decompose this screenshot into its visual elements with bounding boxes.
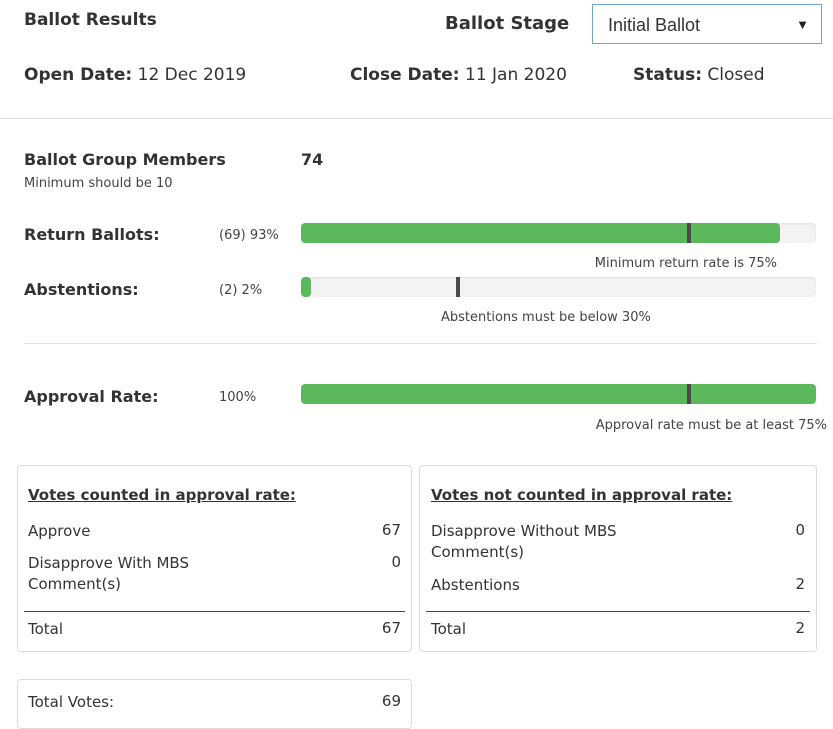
page-title: Ballot Results — [24, 10, 157, 30]
members-minimum-hint: Minimum should be 10 — [24, 176, 173, 191]
ballot-stage-select[interactable]: Initial Ballot ▼ — [592, 4, 822, 44]
ballot-group-members-count: 74 — [301, 150, 324, 169]
counted-total-label: Total — [28, 620, 64, 638]
votes-counted-panel: Votes counted in approval rate: Approve … — [17, 465, 412, 652]
approval-rate-progress-bar — [301, 384, 816, 404]
approval-rate-label: Approval Rate: — [24, 387, 159, 406]
votes-not-counted-panel: Votes not counted in approval rate: Disa… — [419, 465, 817, 652]
not-counted-total-divider — [426, 611, 810, 612]
abstentions-note: Abstentions must be below 30% — [441, 310, 651, 325]
abstentions-label: Abstentions: — [24, 280, 139, 299]
not-counted-total-label: Total — [431, 620, 467, 638]
approval-rate-note: Approval rate must be at least 75% — [595, 418, 827, 433]
not-counted-row-abstentions-value: 2 — [795, 575, 805, 593]
status-value: Closed — [707, 65, 765, 85]
not-counted-row-disapprove-value: 0 — [795, 521, 805, 539]
return-ballots-value: (69) 93% — [219, 228, 279, 243]
not-counted-total-value: 2 — [795, 619, 805, 637]
not-counted-row-abstentions-label: Abstentions — [431, 576, 520, 594]
close-date-label: Close Date: — [350, 65, 460, 85]
open-date-label: Open Date: — [24, 65, 133, 85]
return-rate-note: Minimum return rate is 75% — [594, 256, 777, 271]
votes-not-counted-heading: Votes not counted in approval rate: — [431, 486, 733, 504]
open-date: Open Date: 12 Dec 2019 — [24, 65, 246, 85]
ballot-stage-label: Ballot Stage — [445, 13, 570, 34]
section-divider-2 — [24, 343, 817, 344]
counted-row-disapprove-label: Disapprove With MBS Comment(s) — [28, 554, 189, 593]
not-counted-row-disapprove-label: Disapprove Without MBS Comment(s) — [431, 522, 617, 561]
votes-counted-heading: Votes counted in approval rate: — [28, 486, 296, 504]
abstentions-progress-fill — [301, 277, 311, 297]
open-date-value: 12 Dec 2019 — [137, 65, 247, 85]
section-divider — [0, 118, 833, 119]
approval-rate-value: 100% — [219, 390, 257, 405]
approval-threshold-marker — [687, 384, 691, 404]
total-votes-label: Total Votes: — [28, 693, 115, 711]
counted-total-divider — [24, 611, 405, 612]
abstentions-progress-bar — [301, 277, 816, 297]
return-threshold-marker — [687, 223, 691, 243]
ballot-status: Status: Closed — [633, 65, 765, 85]
ballot-group-members-label: Ballot Group Members — [24, 150, 226, 169]
counted-row-disapprove-value: 0 — [391, 553, 401, 571]
total-votes-value: 69 — [381, 692, 401, 710]
return-ballots-progress-bar — [301, 223, 816, 243]
counted-total-value: 67 — [381, 619, 401, 637]
counted-row-approve-value: 67 — [381, 521, 401, 539]
total-votes-panel: Total Votes: 69 — [17, 679, 412, 729]
abstentions-threshold-marker — [456, 277, 460, 297]
chevron-down-icon: ▼ — [796, 17, 809, 32]
return-ballots-progress-fill — [301, 223, 780, 243]
status-label: Status: — [633, 65, 702, 85]
approval-rate-progress-fill — [301, 384, 816, 404]
ballot-stage-selected-value: Initial Ballot — [608, 15, 701, 35]
return-ballots-label: Return Ballots: — [24, 225, 160, 244]
close-date-value: 11 Jan 2020 — [465, 65, 567, 85]
close-date: Close Date: 11 Jan 2020 — [350, 65, 567, 85]
abstentions-value: (2) 2% — [219, 283, 263, 298]
counted-row-approve-label: Approve — [28, 522, 91, 540]
